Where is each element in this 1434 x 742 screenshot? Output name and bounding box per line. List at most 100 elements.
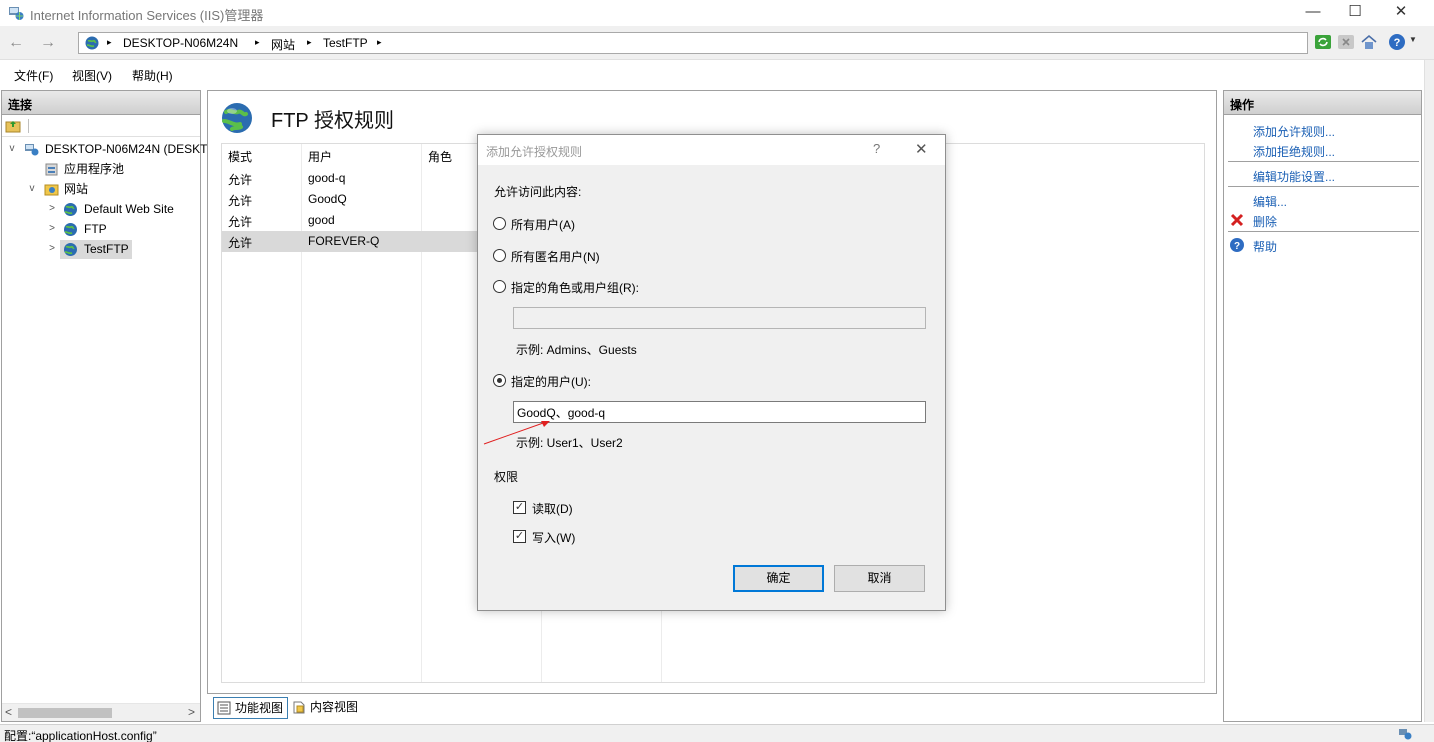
tree-item-label: Default Web Site (84, 202, 174, 216)
breadcrumb-sites[interactable]: 网站 (271, 36, 295, 53)
back-arrow-icon[interactable]: ← (4, 32, 28, 54)
globe-icon (85, 36, 99, 50)
connect-icon[interactable] (5, 118, 21, 134)
connections-header: 连接 (2, 91, 200, 115)
column-header-role[interactable]: 角色 (428, 148, 452, 165)
tree-item-label: DESKTOP-N06M24N (DESKTOP (45, 142, 225, 156)
globe-icon (64, 243, 77, 256)
scroll-left-icon[interactable]: < (5, 705, 12, 719)
title-bar: Internet Information Services (IIS)管理器 —… (0, 0, 1434, 26)
edit-feature-settings-link[interactable]: 编辑功能设置... (1253, 168, 1335, 185)
column-header-user[interactable]: 用户 (308, 148, 332, 165)
status-bar: 配置:“applicationHost.config” (0, 724, 1434, 742)
tree-item-ftp[interactable]: > FTP (2, 219, 200, 239)
collapse-icon[interactable]: v (26, 179, 38, 199)
write-checkbox-label[interactable]: 写入(W) (532, 529, 575, 546)
cell-user: GoodQ (308, 192, 347, 206)
expand-icon[interactable]: > (46, 239, 58, 259)
breadcrumb-server[interactable]: DESKTOP-N06M24N (123, 36, 238, 50)
tab-content-view[interactable]: 内容视图 (289, 697, 362, 719)
server-icon (25, 144, 39, 156)
roles-input[interactable] (513, 307, 926, 329)
radio-anonymous-users-label[interactable]: 所有匿名用户(N) (511, 248, 600, 265)
tree-item-testftp[interactable]: > TestFTP (2, 239, 200, 259)
dialog-close-button[interactable]: ✕ (915, 140, 928, 158)
divider (1228, 161, 1419, 162)
divider (1228, 186, 1419, 187)
horizontal-scrollbar[interactable]: < > (2, 703, 200, 721)
radio-specified-users[interactable] (493, 374, 506, 387)
tree-item-app-pools[interactable]: 应用程序池 (2, 159, 200, 179)
forward-arrow-icon[interactable]: → (36, 32, 60, 54)
radio-roles-label[interactable]: 指定的角色或用户组(R): (511, 279, 639, 296)
app-pool-icon (45, 163, 58, 176)
divider (1228, 231, 1419, 232)
add-deny-rule-link[interactable]: 添加拒绝规则... (1253, 143, 1335, 160)
access-prompt-label: 允许访问此内容: (494, 185, 582, 199)
cell-user: FOREVER-Q (308, 234, 380, 248)
cell-user: good-q (308, 171, 346, 185)
page-title: FTP 授权规则 (271, 110, 394, 132)
close-button[interactable]: ✕ (1378, 0, 1424, 26)
add-allow-rule-link[interactable]: 添加允许规则... (1253, 123, 1335, 140)
view-tabs: 功能视图 内容视图 (207, 697, 1217, 721)
refresh-icon[interactable] (1314, 33, 1332, 51)
write-checkbox[interactable]: ✓ (513, 530, 526, 543)
menu-view[interactable]: 视图(V) (72, 67, 112, 84)
scrollbar-thumb[interactable] (18, 708, 112, 718)
iis-app-icon (9, 7, 24, 20)
stop-icon[interactable] (1337, 33, 1355, 51)
maximize-button[interactable]: ☐ (1332, 0, 1378, 26)
expand-icon[interactable]: > (46, 219, 58, 239)
breadcrumb-testftp[interactable]: TestFTP (323, 36, 368, 50)
home-icon[interactable] (1360, 33, 1378, 51)
radio-roles[interactable] (493, 280, 506, 293)
column-header-mode[interactable]: 模式 (228, 148, 252, 165)
cancel-button[interactable]: 取消 (834, 565, 925, 592)
globe-icon (64, 203, 77, 216)
dialog-help-button[interactable]: ? (873, 141, 880, 156)
cell-mode: 允许 (228, 215, 253, 229)
read-checkbox[interactable]: ✓ (513, 501, 526, 514)
menu-help[interactable]: 帮助(H) (132, 67, 173, 84)
tab-label: 内容视图 (310, 700, 359, 714)
delete-icon (1230, 213, 1244, 227)
actions-panel: 操作 添加允许规则... 添加拒绝规则... 编辑功能设置... 编辑... 删… (1223, 90, 1422, 722)
radio-all-users[interactable] (493, 217, 506, 230)
globe-icon (64, 223, 77, 236)
chevron-down-icon[interactable]: ▼ (1409, 35, 1417, 44)
delete-link[interactable]: 删除 (1253, 213, 1277, 230)
users-input[interactable] (513, 401, 926, 423)
collapse-icon[interactable]: v (6, 139, 18, 159)
help-link[interactable]: 帮助 (1253, 238, 1277, 255)
read-checkbox-label[interactable]: 读取(D) (532, 500, 573, 517)
radio-specified-users-label[interactable]: 指定的用户(U): (511, 373, 591, 390)
help-icon[interactable]: ? (1388, 33, 1406, 51)
menu-bar: 文件(F) 视图(V) 帮助(H) (0, 61, 1434, 89)
tree-item-label: TestFTP (84, 242, 129, 256)
tree-item-label: 网站 (64, 182, 89, 196)
expand-icon[interactable]: > (46, 199, 58, 219)
cell-mode: 允许 (228, 173, 253, 187)
edit-link[interactable]: 编辑... (1253, 193, 1287, 210)
breadcrumb-separator: ▸ (107, 37, 112, 47)
cell-mode: 允许 (228, 194, 253, 208)
tree-item-default-web-site[interactable]: > Default Web Site (2, 199, 200, 219)
minimize-button[interactable]: — (1290, 0, 1336, 26)
status-text: 配置:“applicationHost.config” (4, 729, 157, 742)
tree-item-server[interactable]: v DESKTOP-N06M24N (DESKTOP (2, 139, 225, 159)
breadcrumb-separator: ▸ (307, 37, 312, 47)
window-title: Internet Information Services (IIS)管理器 (30, 8, 264, 23)
radio-anonymous-users[interactable] (493, 249, 506, 262)
server-status-icon (1399, 729, 1412, 740)
tab-features-view[interactable]: 功能视图 (213, 697, 289, 719)
tree-item-sites[interactable]: v 网站 (2, 179, 200, 199)
address-bar[interactable]: ▸ DESKTOP-N06M24N ▸ 网站 ▸ TestFTP ▸ (78, 32, 1308, 54)
connections-panel: 连接 v DESKTOP-N06M24N (DESKTOP 应用程序池 v 网站… (1, 90, 225, 722)
radio-all-users-label[interactable]: 所有用户(A) (511, 216, 575, 233)
help-icon: ? (1230, 238, 1244, 252)
right-edge-strip (1424, 60, 1434, 722)
scroll-right-icon[interactable]: > (188, 705, 195, 719)
menu-file[interactable]: 文件(F) (14, 67, 53, 84)
ok-button[interactable]: 确定 (733, 565, 824, 592)
